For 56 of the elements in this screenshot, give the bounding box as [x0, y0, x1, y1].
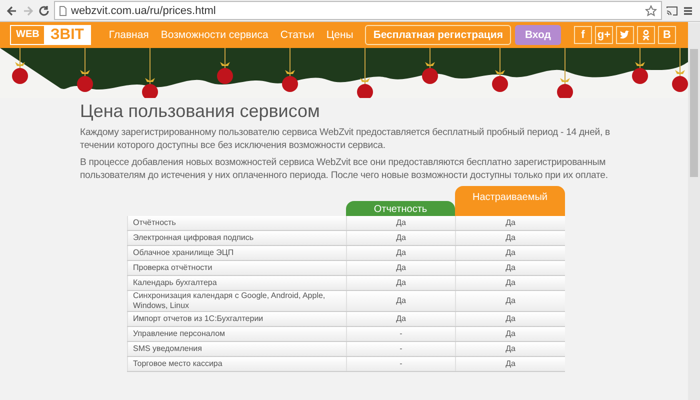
- back-icon[interactable]: [6, 4, 18, 16]
- table-cell: Да: [346, 246, 455, 260]
- table-cell: Да: [346, 276, 455, 290]
- scrollbar[interactable]: [688, 23, 700, 400]
- bird-icon[interactable]: [616, 26, 634, 44]
- nav-link[interactable]: Главная: [108, 29, 149, 41]
- logo[interactable]: WEB ЗВІТ: [10, 25, 91, 45]
- paragraph: Каждому зарегистрированному пользователю сервиса WebZvit предоставляется бесплатный пробный период - 14 дней, в течении которого доступны все без исключения возможности сервиса.: [80, 126, 610, 152]
- feature-cell: Синхронизация календаря с Google, Android, Apple, Windows, Linux: [127, 291, 346, 311]
- page-title: Цена пользования сервисом: [80, 101, 321, 122]
- table-cell: Да: [455, 246, 565, 260]
- feature-cell: Отчётность: [127, 216, 346, 230]
- table-cell: -: [346, 342, 455, 356]
- table-cell: Да: [346, 231, 455, 245]
- table-cell: Да: [455, 261, 565, 275]
- page-icon: [59, 6, 67, 16]
- table-cell: Да: [346, 312, 455, 326]
- plan-header: Отчетность: [346, 201, 455, 216]
- feature-cell: SMS уведомления: [127, 342, 346, 356]
- table-cell: Да: [455, 231, 565, 245]
- address-bar[interactable]: webzvit.com.ua/ru/prices.html: [54, 1, 662, 20]
- nav-link[interactable]: Возможности сервиса: [160, 29, 268, 41]
- table-cell: Да: [455, 312, 565, 326]
- table-cell: Да: [455, 291, 565, 311]
- menu-icon[interactable]: [682, 4, 694, 16]
- star-icon[interactable]: [645, 4, 657, 16]
- cast-icon[interactable]: [666, 4, 678, 16]
- login-button[interactable]: Вход: [514, 25, 561, 45]
- plan-header: Настраиваемый: [455, 186, 565, 216]
- table-cell: Да: [455, 357, 565, 371]
- table-cell: Да: [455, 276, 565, 290]
- register-button[interactable]: Бесплатная регистрация: [365, 25, 511, 45]
- nav-link[interactable]: Цены: [326, 29, 354, 41]
- scrollbar-thumb[interactable]: [690, 49, 698, 177]
- feature-cell: Импорт отчетов из 1С:Бухгалтерии: [127, 312, 346, 326]
- table-cell: Да: [346, 216, 455, 230]
- table-cell: Да: [455, 327, 565, 341]
- table-cell: Да: [455, 216, 565, 230]
- feature-cell: Торговое место кассира: [127, 357, 346, 371]
- table-cell: -: [346, 327, 455, 341]
- nav-link[interactable]: Статьи: [280, 29, 314, 41]
- social-button[interactable]: f: [574, 26, 592, 44]
- feature-cell: Управление персоналом: [127, 327, 346, 341]
- feature-cell: Проверка отчётности: [127, 261, 346, 275]
- table-cell: Да: [346, 261, 455, 275]
- social-button[interactable]: В: [658, 26, 676, 44]
- feature-cell: Календарь бухгалтера: [127, 276, 346, 290]
- table-cell: -: [346, 357, 455, 371]
- person-icon[interactable]: [637, 26, 655, 44]
- table-cell: Да: [346, 291, 455, 311]
- feature-cell: Облачное хранилище ЭЦП: [127, 246, 346, 260]
- reload-icon[interactable]: [38, 4, 50, 16]
- table-cell: Да: [455, 342, 565, 356]
- feature-cell: Электронная цифровая подпись: [127, 231, 346, 245]
- paragraph: В процессе добавления новых возможностей сервиса WebZvit все они предоставляются бесплатно зарегистрированным пользователям до истечения у них оплаченного периода. После чего новые возможности доступны только при их оплате.: [80, 156, 609, 182]
- social-button[interactable]: g+: [595, 26, 613, 44]
